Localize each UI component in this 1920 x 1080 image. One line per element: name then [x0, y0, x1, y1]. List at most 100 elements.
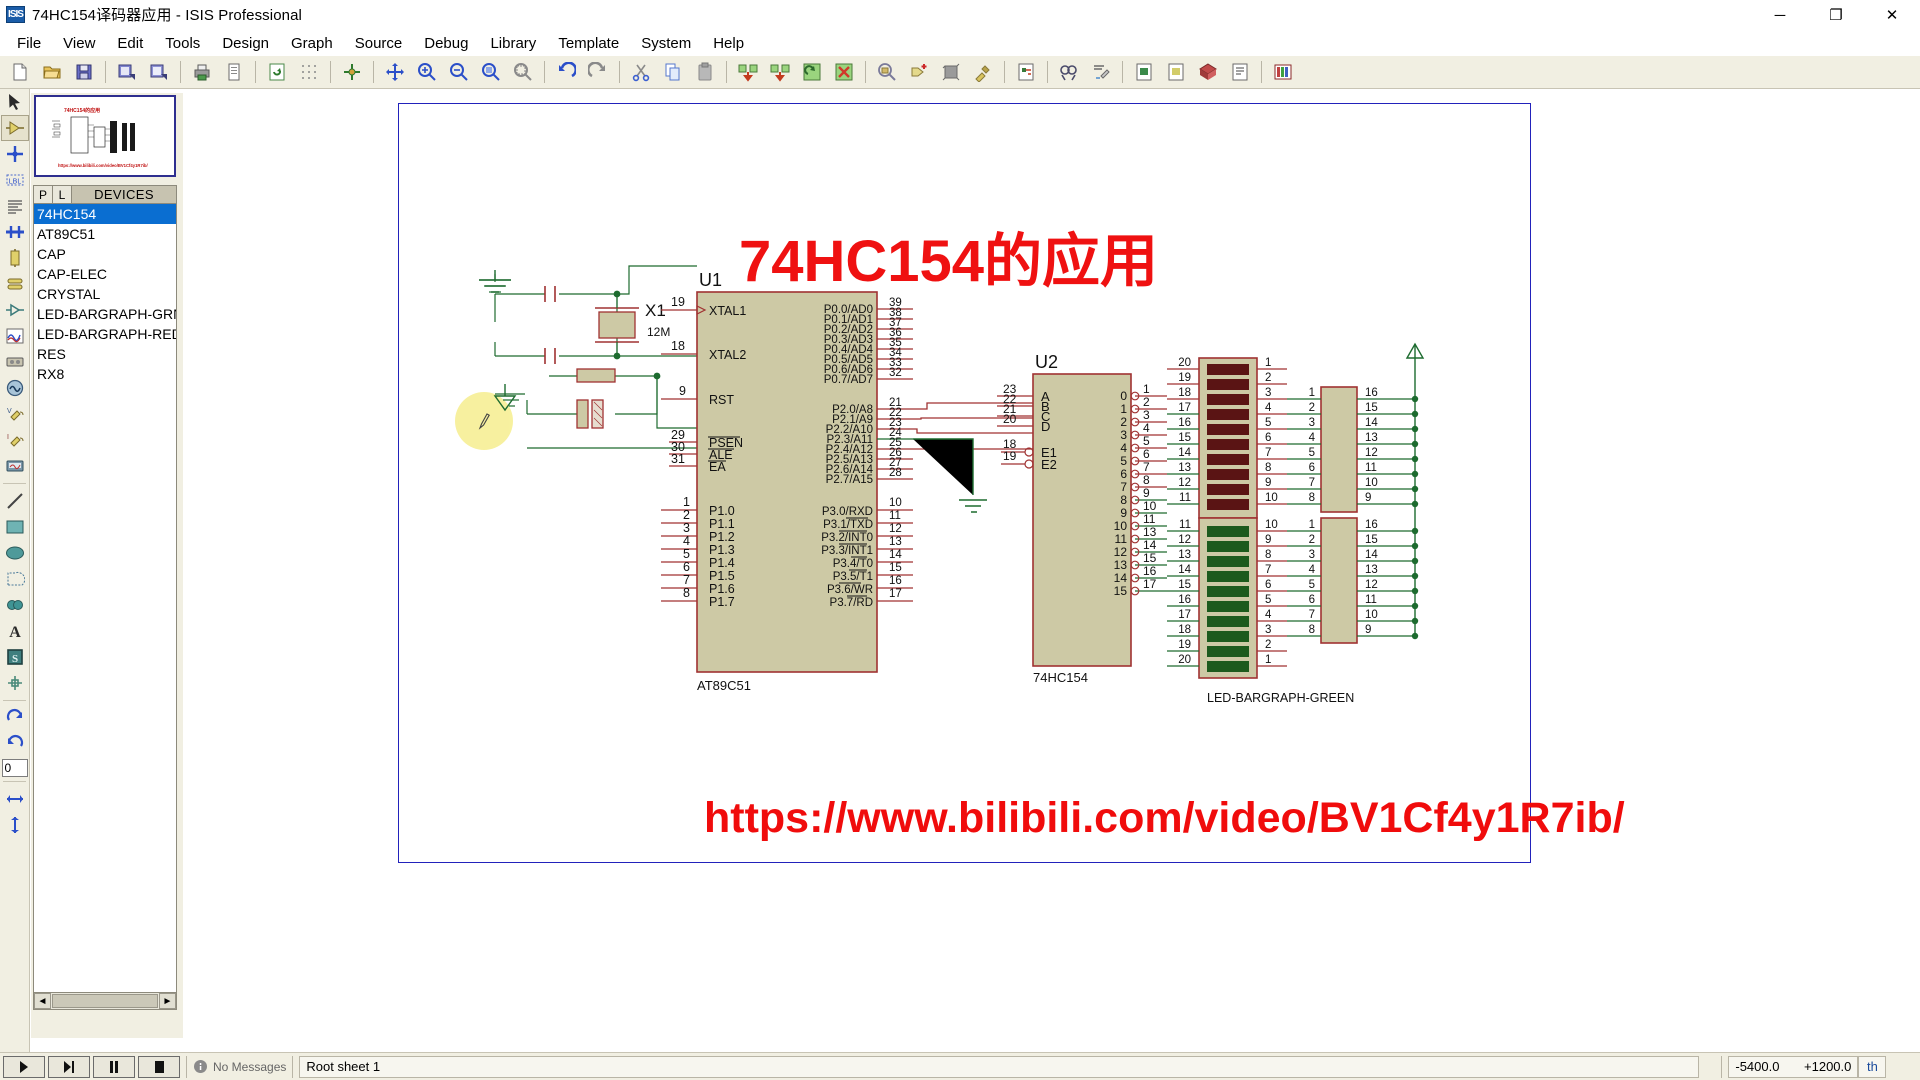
list-item[interactable]: CAP — [34, 244, 176, 264]
circle-tool-icon[interactable] — [1, 540, 29, 566]
line-tool-icon[interactable] — [1, 488, 29, 514]
path-tool-icon[interactable] — [1, 592, 29, 618]
3d-viewer-icon[interactable] — [1193, 58, 1223, 86]
print-icon[interactable] — [187, 58, 217, 86]
list-item[interactable]: LED-BARGRAPH-RED — [34, 324, 176, 344]
list-item[interactable]: 74HC154 — [34, 204, 176, 224]
close-button[interactable]: ✕ — [1864, 0, 1920, 30]
message-indicator[interactable]: No Messages — [193, 1059, 286, 1074]
component-mode-icon[interactable] — [0, 115, 29, 141]
bus-mode-icon[interactable] — [1, 219, 29, 245]
zoom-area-icon[interactable] — [476, 58, 506, 86]
import-section-icon[interactable] — [112, 58, 142, 86]
mirror-horizontal-icon[interactable] — [1, 786, 29, 812]
save-file-icon[interactable] — [69, 58, 99, 86]
subcircuit-icon[interactable] — [1, 245, 29, 271]
tape-recorder-icon[interactable] — [1, 349, 29, 375]
list-item[interactable]: CRYSTAL — [34, 284, 176, 304]
devices-horizontal-scrollbar[interactable]: ◄ ► — [33, 992, 177, 1010]
menu-template[interactable]: Template — [547, 32, 630, 55]
sim-step-button[interactable] — [48, 1055, 90, 1078]
bom-report-icon[interactable] — [1225, 58, 1255, 86]
packaging-tool-icon[interactable] — [936, 58, 966, 86]
toggle-grid-icon[interactable] — [294, 58, 324, 86]
electrical-rules-icon[interactable] — [1054, 58, 1084, 86]
list-item[interactable]: CAP-ELEC — [34, 264, 176, 284]
print-area-icon[interactable] — [219, 58, 249, 86]
bill-of-materials-icon[interactable] — [1268, 58, 1298, 86]
maximize-button[interactable]: ❐ — [1808, 0, 1864, 30]
arc-tool-icon[interactable] — [1, 566, 29, 592]
menu-file[interactable]: File — [6, 32, 52, 55]
export-section-icon[interactable] — [144, 58, 174, 86]
rotation-angle-input[interactable]: 0 — [1, 759, 28, 777]
block-move-icon[interactable] — [765, 58, 795, 86]
rotate-clockwise-icon[interactable] — [1, 705, 29, 731]
list-item[interactable]: RX8 — [34, 364, 176, 384]
devices-col-l[interactable]: L — [53, 186, 72, 203]
sim-pause-button[interactable] — [93, 1055, 135, 1078]
block-copy-icon[interactable] — [733, 58, 763, 86]
menu-debug[interactable]: Debug — [413, 32, 479, 55]
ares-netlist-icon[interactable] — [1129, 58, 1159, 86]
redo-icon[interactable] — [583, 58, 613, 86]
marker-tool-icon[interactable] — [1, 670, 29, 696]
decompose-icon[interactable] — [968, 58, 998, 86]
minimize-button[interactable]: ─ — [1752, 0, 1808, 30]
netlist-icon[interactable] — [1011, 58, 1041, 86]
ares-layout-icon[interactable] — [1161, 58, 1191, 86]
mirror-vertical-icon[interactable] — [1, 812, 29, 838]
menu-design[interactable]: Design — [211, 32, 280, 55]
menu-tools[interactable]: Tools — [154, 32, 211, 55]
menu-graph[interactable]: Graph — [280, 32, 344, 55]
paste-icon[interactable] — [690, 58, 720, 86]
cut-icon[interactable] — [626, 58, 656, 86]
menu-help[interactable]: Help — [702, 32, 755, 55]
text-script-icon[interactable] — [1, 193, 29, 219]
zoom-out-icon[interactable] — [444, 58, 474, 86]
scroll-right-icon[interactable]: ► — [159, 993, 176, 1009]
wire-label-icon[interactable]: LBL — [1, 167, 29, 193]
menu-edit[interactable]: Edit — [106, 32, 154, 55]
schematic-canvas[interactable]: 74HC154的应用 https://www.bilibili.com/vide… — [184, 89, 1920, 1058]
scroll-left-icon[interactable]: ◄ — [34, 993, 51, 1009]
devices-list[interactable]: 74HC154 AT89C51 CAP CAP-ELEC CRYSTAL LED… — [33, 204, 177, 994]
menu-library[interactable]: Library — [479, 32, 547, 55]
undo-icon[interactable] — [551, 58, 581, 86]
menu-view[interactable]: View — [52, 32, 106, 55]
sim-stop-button[interactable] — [138, 1055, 180, 1078]
junction-dot-icon[interactable] — [1, 141, 29, 167]
box-tool-icon[interactable] — [1, 514, 29, 540]
pick-device-icon[interactable] — [872, 58, 902, 86]
terminals-icon[interactable] — [1, 271, 29, 297]
virtual-instrument-icon[interactable] — [1, 453, 29, 479]
menu-system[interactable]: System — [630, 32, 702, 55]
menu-source[interactable]: Source — [344, 32, 414, 55]
origin-icon[interactable] — [337, 58, 367, 86]
new-file-icon[interactable] — [5, 58, 35, 86]
pan-icon[interactable] — [380, 58, 410, 86]
block-delete-icon[interactable] — [829, 58, 859, 86]
scrollbar-thumb[interactable] — [52, 994, 158, 1008]
list-item[interactable]: AT89C51 — [34, 224, 176, 244]
graph-mode-icon[interactable] — [1, 323, 29, 349]
make-device-icon[interactable] — [904, 58, 934, 86]
refresh-display-icon[interactable] — [262, 58, 292, 86]
list-item[interactable]: LED-BARGRAPH-GRN — [34, 304, 176, 324]
open-file-icon[interactable] — [37, 58, 67, 86]
text-tool-icon[interactable]: A — [1, 618, 29, 644]
block-rotate-icon[interactable] — [797, 58, 827, 86]
list-item[interactable]: RES — [34, 344, 176, 364]
copy-icon[interactable] — [658, 58, 688, 86]
selection-mode-icon[interactable] — [1, 89, 29, 115]
schematic-sheet[interactable]: 74HC154的应用 https://www.bilibili.com/vide… — [398, 103, 1625, 863]
netlist-compiler-icon[interactable] — [1086, 58, 1116, 86]
symbol-tool-icon[interactable]: S — [1, 644, 29, 670]
current-probe-icon[interactable]: I — [1, 427, 29, 453]
voltage-probe-icon[interactable]: V — [1, 401, 29, 427]
devices-col-p[interactable]: P — [34, 186, 53, 203]
generator-icon[interactable] — [1, 375, 29, 401]
zoom-in-icon[interactable] — [412, 58, 442, 86]
rotate-counterclockwise-icon[interactable] — [1, 731, 29, 757]
zoom-all-icon[interactable] — [508, 58, 538, 86]
